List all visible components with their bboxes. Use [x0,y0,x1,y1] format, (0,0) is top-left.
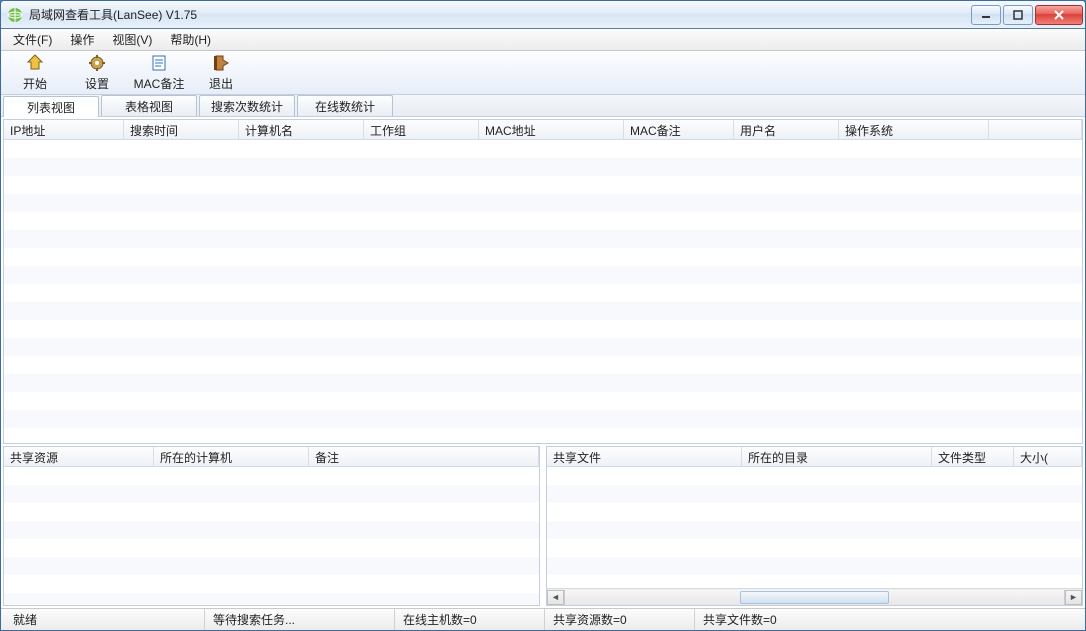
minimize-button[interactable] [971,5,1001,25]
window-buttons [971,5,1083,25]
left-grid-body[interactable] [4,467,539,605]
bottom-panels: 共享资源 所在的计算机 备注 共享文件 所在的目录 文件类型 大小( ◄ ► [3,446,1083,606]
main-grid-header: IP地址 搜索时间 计算机名 工作组 MAC地址 MAC备注 用户名 操作系统 [4,120,1082,140]
col-share[interactable]: 共享资源 [4,447,154,466]
col-dir[interactable]: 所在的目录 [742,447,932,466]
col-user[interactable]: 用户名 [734,120,839,139]
scroll-left-button[interactable]: ◄ [547,590,564,605]
menu-help[interactable]: 帮助(H) [162,29,219,50]
main-grid-body[interactable] [4,140,1082,443]
col-mac-note[interactable]: MAC备注 [624,120,734,139]
start-label: 开始 [23,75,47,92]
app-icon [7,7,23,23]
exit-icon [211,53,231,73]
menubar: 文件(F) 操作 视图(V) 帮助(H) [1,29,1085,51]
col-ip[interactable]: IP地址 [4,120,124,139]
status-share-res: 共享资源数=0 [545,609,695,630]
window-title: 局域网查看工具(LanSee) V1.75 [29,6,971,23]
mac-note-button[interactable]: MAC备注 [129,53,189,93]
close-button[interactable] [1035,5,1083,25]
scroll-right-button[interactable]: ► [1065,590,1082,605]
main-list: IP地址 搜索时间 计算机名 工作组 MAC地址 MAC备注 用户名 操作系统 [3,119,1083,444]
menu-file[interactable]: 文件(F) [5,29,60,50]
col-host[interactable]: 所在的计算机 [154,447,309,466]
col-type[interactable]: 文件类型 [932,447,1014,466]
right-grid-header: 共享文件 所在的目录 文件类型 大小( [547,447,1082,467]
toolbar: 开始 设置 MAC备注 退出 [1,51,1085,95]
start-icon [25,53,45,73]
exit-label: 退出 [209,75,233,92]
maximize-button[interactable] [1003,5,1033,25]
app-window: 局域网查看工具(LanSee) V1.75 文件(F) 操作 视图(V) 帮助(… [0,0,1086,631]
tab-table-view[interactable]: 表格视图 [101,95,197,116]
mac-note-label: MAC备注 [134,75,185,92]
col-spacer [989,120,1082,139]
col-note[interactable]: 备注 [309,447,539,466]
scroll-thumb[interactable] [740,591,890,604]
col-hostname[interactable]: 计算机名 [239,120,364,139]
col-mac[interactable]: MAC地址 [479,120,624,139]
settings-label: 设置 [85,75,109,92]
status-wait: 等待搜索任务... [205,609,395,630]
menu-operate[interactable]: 操作 [62,29,102,50]
right-grid-body[interactable] [547,467,1082,588]
share-resource-panel: 共享资源 所在的计算机 备注 [3,446,540,606]
settings-button[interactable]: 设置 [67,53,127,93]
status-online: 在线主机数=0 [395,609,545,630]
col-os[interactable]: 操作系统 [839,120,989,139]
h-scrollbar[interactable]: ◄ ► [547,588,1082,605]
status-ready: 就绪 [5,609,205,630]
start-button[interactable]: 开始 [5,53,65,93]
tab-bar: 列表视图 表格视图 搜索次数统计 在线数统计 [1,95,1085,117]
titlebar[interactable]: 局域网查看工具(LanSee) V1.75 [1,1,1085,29]
tab-search-stats[interactable]: 搜索次数统计 [199,95,295,116]
col-file[interactable]: 共享文件 [547,447,742,466]
tab-list-view[interactable]: 列表视图 [3,96,99,117]
col-workgroup[interactable]: 工作组 [364,120,479,139]
scroll-track[interactable] [564,590,1065,605]
col-search-time[interactable]: 搜索时间 [124,120,239,139]
exit-button[interactable]: 退出 [191,53,251,93]
note-icon [149,53,169,73]
share-file-panel: 共享文件 所在的目录 文件类型 大小( ◄ ► [546,446,1083,606]
menu-view[interactable]: 视图(V) [104,29,160,50]
gear-icon [87,53,107,73]
col-size[interactable]: 大小( [1014,447,1082,466]
status-share-files: 共享文件数=0 [695,609,1081,630]
statusbar: 就绪 等待搜索任务... 在线主机数=0 共享资源数=0 共享文件数=0 [1,608,1085,630]
tab-online-stats[interactable]: 在线数统计 [297,95,393,116]
left-grid-header: 共享资源 所在的计算机 备注 [4,447,539,467]
